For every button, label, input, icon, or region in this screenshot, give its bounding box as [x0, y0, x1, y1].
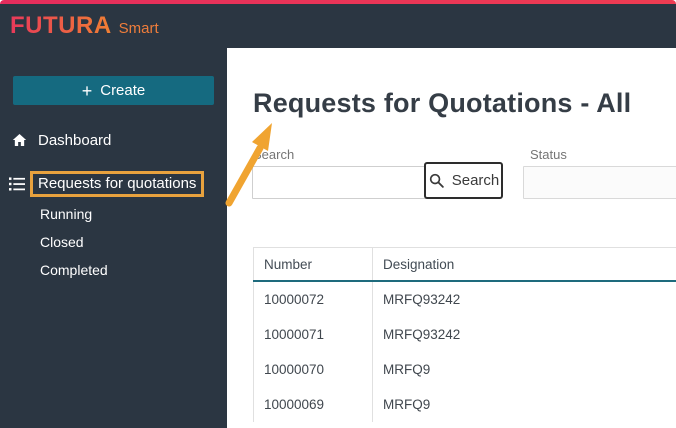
- table-row[interactable]: 10000069 MRFQ9: [253, 387, 676, 422]
- cell-number: 10000069: [253, 387, 373, 422]
- status-label: Status: [530, 147, 567, 162]
- create-button-label: Create: [100, 82, 146, 99]
- sidebar-item-requests-for-quotations[interactable]: Requests for quotations: [0, 170, 227, 197]
- cell-designation: MRFQ93242: [383, 327, 461, 342]
- sidebar-item-label: Requests for quotations: [38, 174, 197, 192]
- cell-designation: MRFQ93242: [383, 292, 461, 307]
- highlight-box: Requests for quotations: [30, 170, 205, 197]
- brand-name: FUTURA: [10, 12, 112, 39]
- magnifier-icon: [428, 172, 445, 189]
- sidebar-item-running[interactable]: Running: [0, 200, 227, 228]
- sidebar-item-label: Completed: [40, 262, 108, 278]
- cell-designation: MRFQ9: [383, 362, 431, 377]
- plus-icon: +: [81, 80, 93, 101]
- table-row[interactable]: 10000070 MRFQ9: [253, 352, 676, 387]
- search-button-label: Search: [451, 172, 500, 189]
- search-button[interactable]: Search: [424, 162, 503, 199]
- cell-designation: MRFQ9: [383, 397, 431, 412]
- table-row[interactable]: 10000072 MRFQ93242: [253, 281, 676, 317]
- app-logo: FUTURA Smart: [10, 12, 159, 40]
- cell-number: 10000071: [253, 317, 373, 352]
- cell-number: 10000070: [253, 352, 373, 387]
- app-header: FUTURA Smart: [0, 4, 676, 48]
- requests-subnav: Running Closed Completed: [0, 200, 227, 284]
- sidebar-item-dashboard[interactable]: Dashboard: [0, 126, 227, 154]
- main-content: Requests for Quotations - All Search Sea…: [227, 48, 676, 428]
- home-icon: [10, 131, 28, 149]
- sidebar-item-completed[interactable]: Completed: [0, 256, 227, 284]
- sidebar-item-label: Running: [40, 206, 93, 222]
- cell-number: 10000072: [253, 281, 373, 317]
- column-header-number[interactable]: Number: [253, 247, 373, 282]
- rfq-table: Number Designation 10000072 MRFQ93242 10…: [253, 247, 676, 422]
- table-row[interactable]: 10000071 MRFQ93242: [253, 317, 676, 352]
- page-title: Requests for Quotations - All: [253, 88, 632, 118]
- brand-suffix: Smart: [118, 20, 159, 37]
- sidebar-item-label: Closed: [40, 234, 84, 250]
- list-icon: [8, 175, 26, 193]
- search-input[interactable]: [252, 166, 438, 199]
- create-button[interactable]: + Create: [13, 76, 214, 105]
- sidebar: + Create Dashboard Requests for quotatio…: [0, 48, 227, 428]
- status-select[interactable]: [523, 166, 676, 199]
- sidebar-item-closed[interactable]: Closed: [0, 228, 227, 256]
- table-header-row: Number Designation: [253, 247, 676, 282]
- column-header-designation[interactable]: Designation: [372, 247, 676, 282]
- sidebar-item-label: Dashboard: [38, 131, 112, 149]
- search-label: Search: [253, 147, 295, 162]
